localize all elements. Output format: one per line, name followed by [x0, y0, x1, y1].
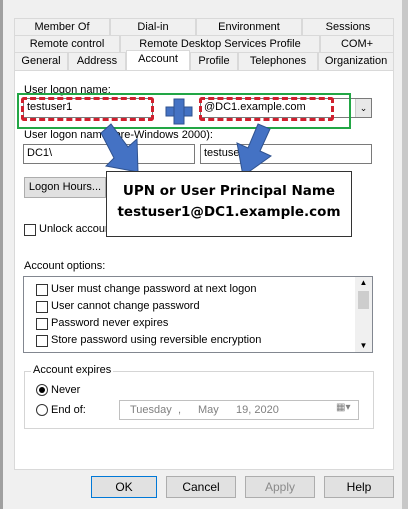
upn-callout-title: UPN or User Principal Name: [122, 183, 336, 199]
tab-account[interactable]: Account: [126, 50, 190, 70]
upn-callout-example: testuser1@DC1.example.com: [117, 204, 341, 220]
annotation-arrows: [100, 98, 272, 177]
upn-callout: UPN or User Principal Name testuser1@DC1…: [106, 171, 352, 237]
arrow-right-icon: [236, 123, 272, 177]
arrow-left-icon: [100, 123, 139, 173]
plus-icon: [165, 98, 193, 125]
